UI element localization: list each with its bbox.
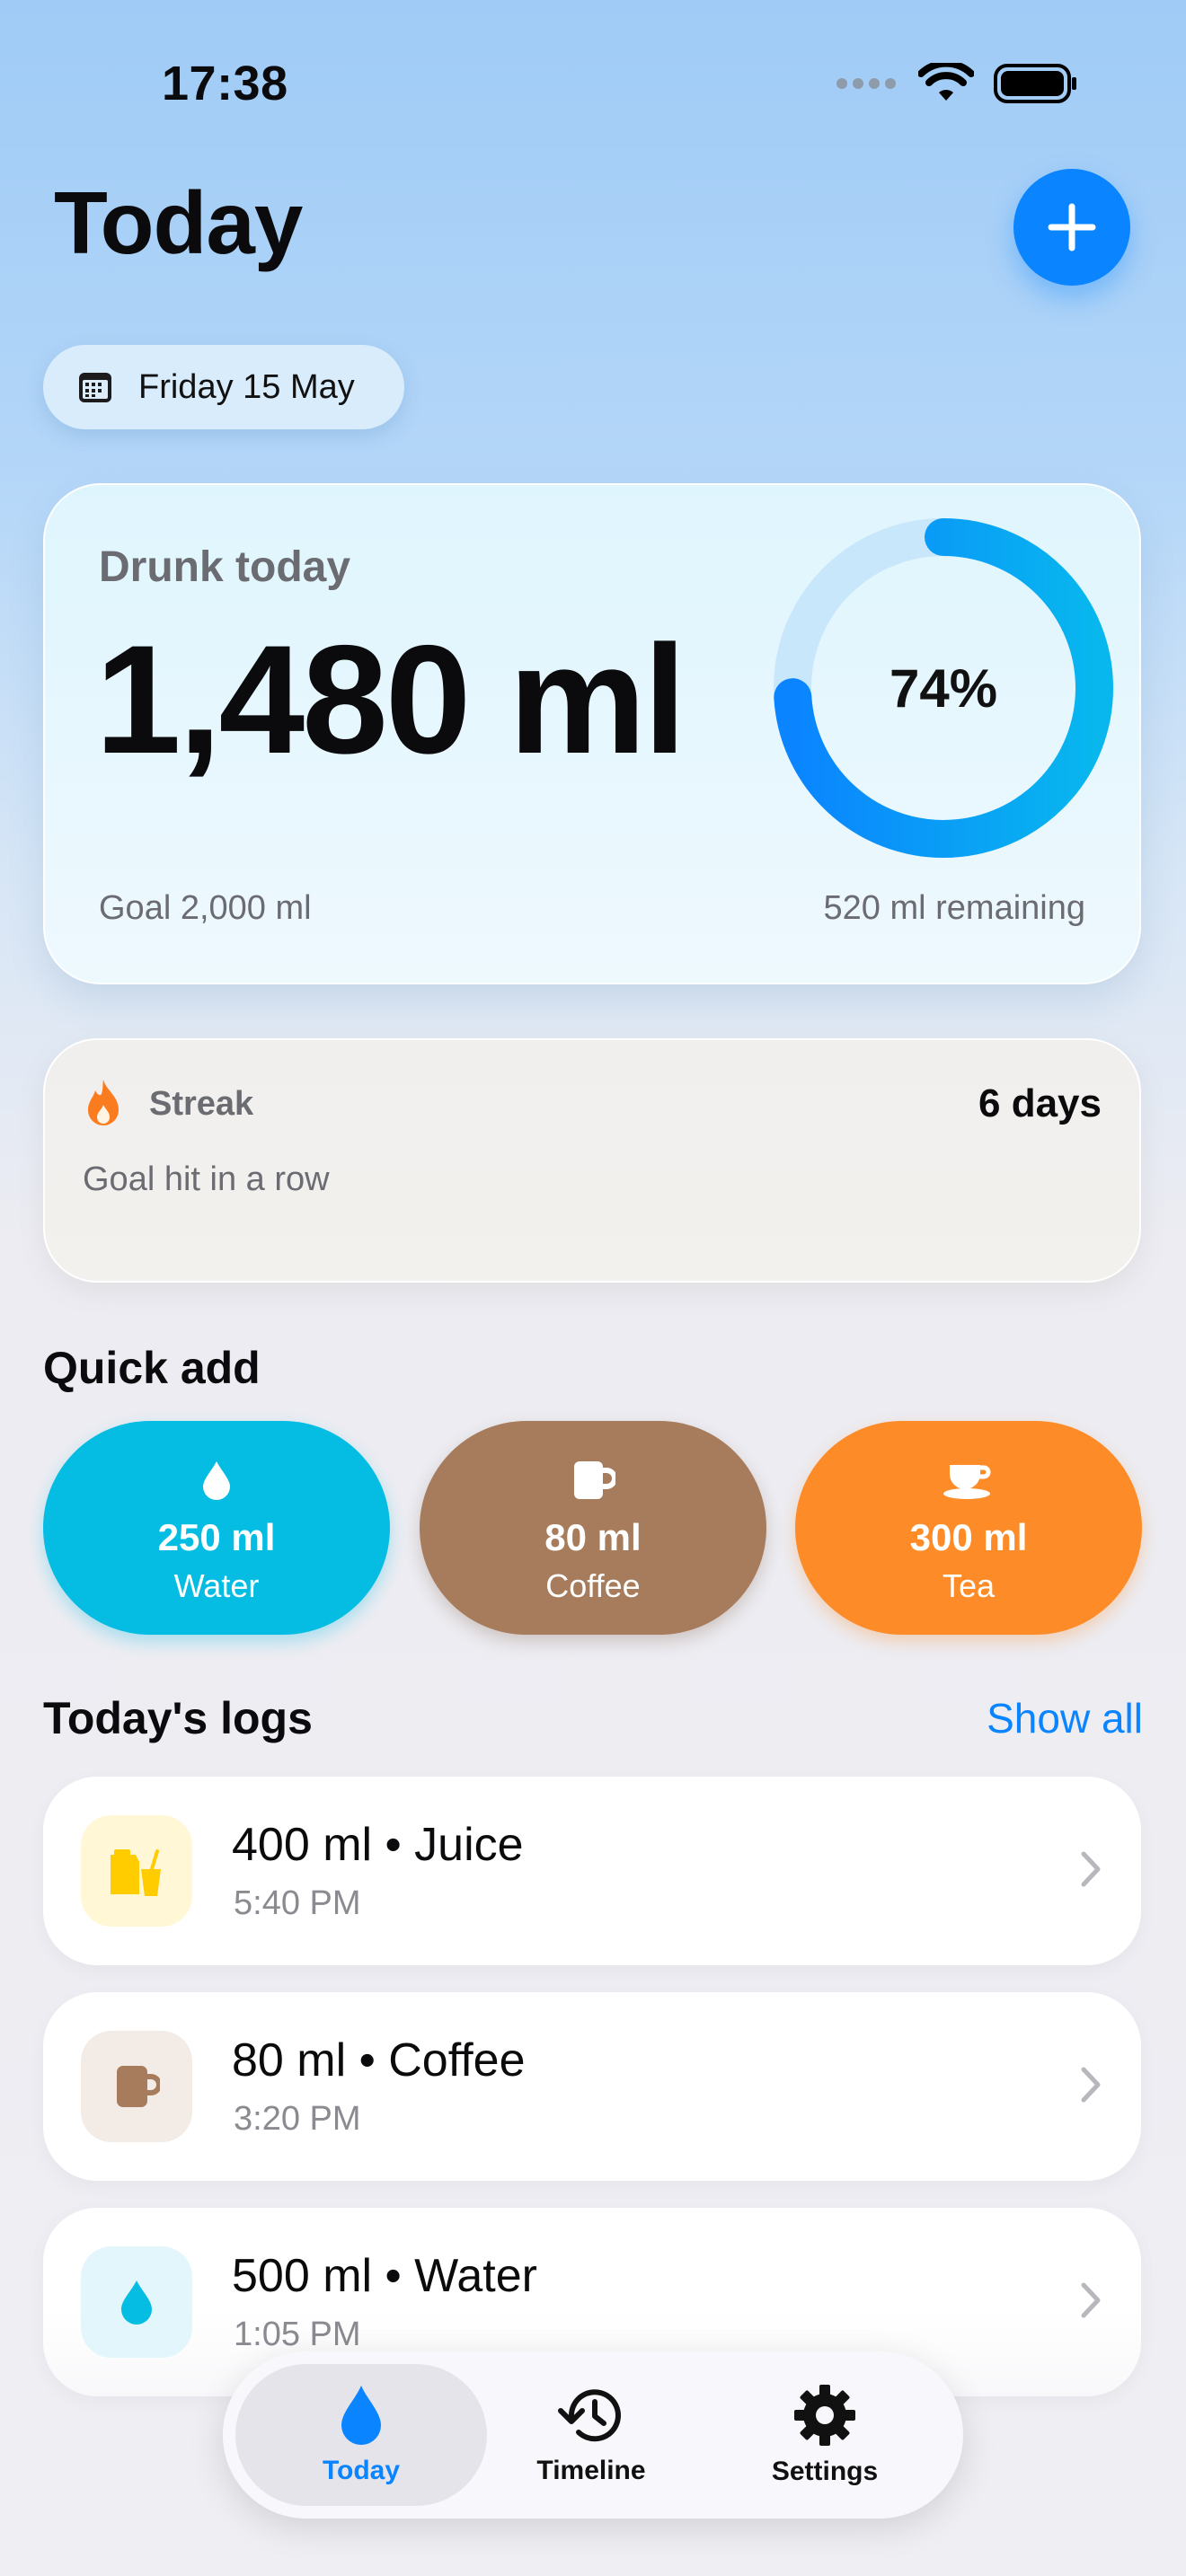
log-time: 5:40 PM [234,1884,361,1922]
flame-icon [88,1080,119,1125]
log-title: 80 ml • Coffee [232,2034,526,2086]
quick-add-tea-button[interactable]: 300 ml Tea [795,1421,1142,1635]
drop-icon [203,1460,230,1500]
quick-add-name: Coffee [545,1567,641,1605]
drunk-today-value: 1,480 ml [95,613,686,786]
drop-icon [121,2280,152,2325]
log-row[interactable]: 80 ml • Coffee 3:20 PM [43,1992,1141,2181]
tab-timeline[interactable]: Timeline [465,2364,717,2506]
calendar-icon [79,373,111,402]
log-icon-tile [81,1815,192,1927]
teacup-icon [943,1464,991,1499]
quick-add-amount: 80 ml [544,1515,642,1558]
history-icon [558,2389,621,2442]
status-time: 17:38 [162,57,288,110]
goal-text: Goal 2,000 ml [99,889,312,927]
mug-icon [117,2066,160,2107]
chevron-right-icon [1081,1851,1101,1887]
progress-percent: 74% [889,657,998,719]
quick-add-water-button[interactable]: 250 ml Water [43,1421,390,1635]
date-chip-label: Friday 15 May [138,367,355,406]
juice-icon [111,1849,161,1896]
log-row[interactable]: 400 ml • Juice 5:40 PM [43,1777,1141,1965]
quick-add-name: Water [173,1567,260,1605]
mug-icon [574,1460,615,1499]
quick-add-name: Tea [942,1567,996,1605]
tab-label: Timeline [536,2456,646,2485]
quick-add-amount: 300 ml [909,1515,1028,1558]
streak-subtitle: Goal hit in a row [83,1160,330,1198]
plus-icon [1048,203,1096,251]
tab-bar: Today Timeline Settings [223,2351,963,2519]
wifi-icon [918,63,974,101]
streak-days: 6 days [978,1081,1102,1125]
signal-dots-icon [836,78,896,89]
log-icon-tile [81,2246,192,2358]
quick-add-coffee-button[interactable]: 80 ml Coffee [420,1421,766,1635]
intake-summary-card: Drunk today 1,480 ml 74% Goal 2,000 ml 5… [43,483,1141,984]
tab-label: Settings [771,2457,879,2486]
drunk-today-label: Drunk today [99,543,351,591]
tab-today[interactable]: Today [235,2364,487,2506]
page-title: Today [54,173,303,272]
streak-label: Streak [149,1085,254,1123]
status-indicators [836,63,1078,104]
battery-icon [994,64,1076,103]
log-icon-tile [81,2031,192,2142]
log-time: 3:20 PM [234,2100,361,2138]
streak-card[interactable]: Streak 6 days Goal hit in a row [43,1038,1141,1283]
todays-logs-title: Today's logs [43,1693,313,1743]
tab-settings[interactable]: Settings [699,2364,951,2506]
gear-icon [794,2385,855,2446]
show-all-link[interactable]: Show all [987,1694,1143,1742]
tab-label: Today [322,2456,401,2485]
log-title: 400 ml • Juice [232,1819,524,1871]
add-drink-button[interactable] [1013,169,1130,286]
log-time: 1:05 PM [234,2316,361,2353]
chevron-right-icon [1081,2067,1101,2103]
log-title: 500 ml • Water [232,2250,537,2302]
remaining-text: 520 ml remaining [823,889,1085,927]
date-picker-chip[interactable]: Friday 15 May [43,345,404,429]
chevron-right-icon [1081,2282,1101,2318]
quick-add-amount: 250 ml [157,1515,276,1558]
quick-add-title: Quick add [43,1343,261,1393]
drop-icon [341,2386,381,2445]
